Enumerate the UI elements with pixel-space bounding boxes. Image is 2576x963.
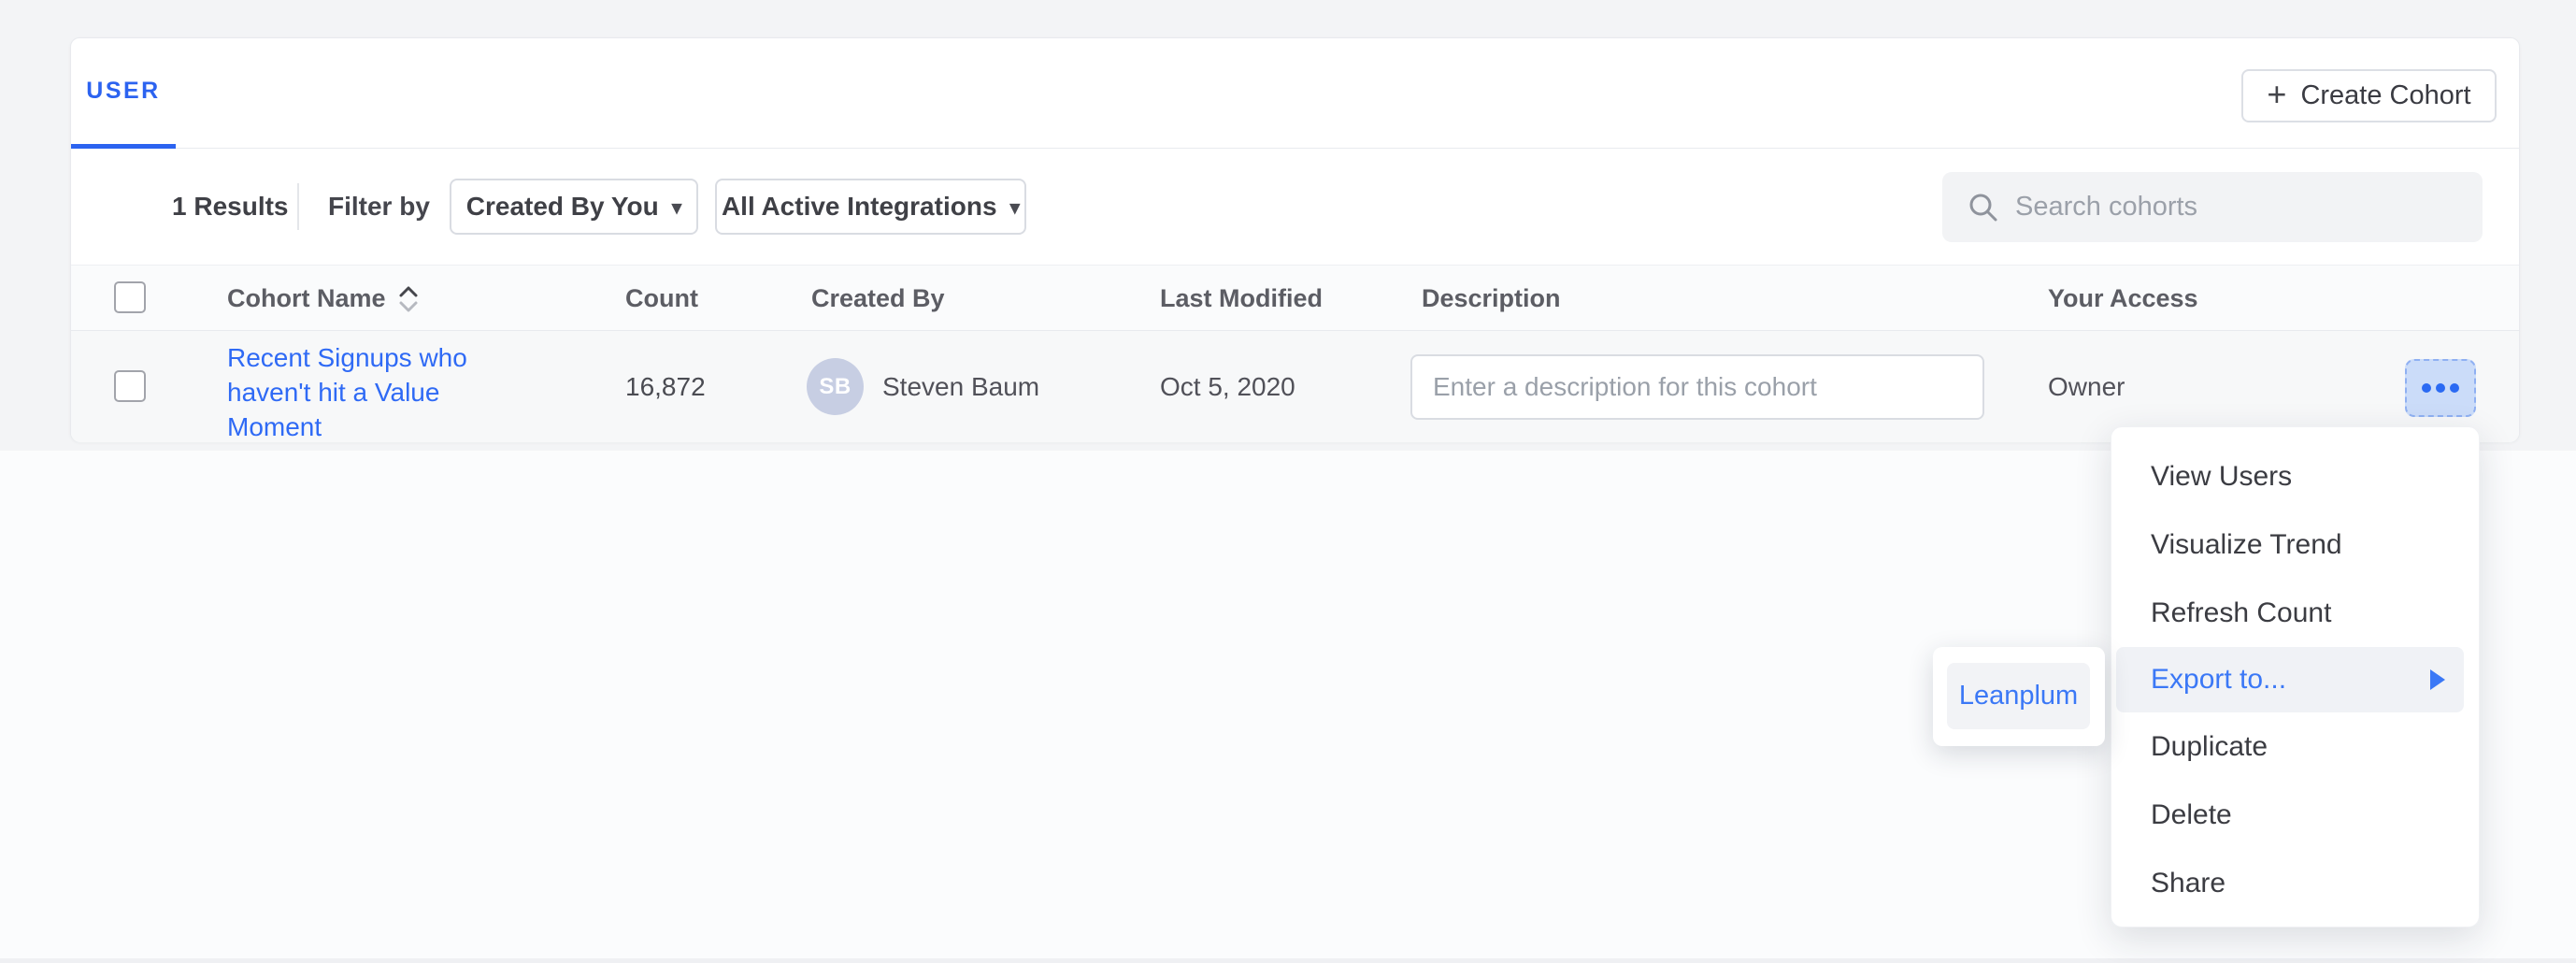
column-header-cohort-name[interactable]: Cohort Name	[227, 266, 420, 332]
create-cohort-button[interactable]: + Create Cohort	[2241, 69, 2497, 122]
menu-item-delete[interactable]: Delete	[2111, 781, 2479, 849]
select-all-checkbox[interactable]	[114, 281, 146, 313]
export-submenu: Leanplum	[1933, 647, 2105, 746]
create-cohort-label: Create Cohort	[2300, 80, 2470, 111]
search-icon	[1967, 191, 2000, 224]
last-modified-date: Oct 5, 2020	[1160, 331, 1295, 442]
chevron-down-icon: ▾	[672, 196, 682, 220]
cohort-count: 16,872	[625, 331, 706, 442]
row-checkbox[interactable]	[114, 370, 146, 402]
cohort-name-header-label: Cohort Name	[227, 284, 386, 313]
row-actions-kebab-button[interactable]	[2405, 359, 2476, 417]
column-header-description: Description	[1422, 266, 1561, 332]
cohorts-panel: USER + Create Cohort 1 Results Filter by…	[70, 37, 2520, 442]
cohort-name-link[interactable]: Recent Signups who haven't hit a Value M…	[227, 340, 481, 444]
menu-item-export-to[interactable]: Export to...	[2116, 647, 2464, 712]
menu-item-refresh-count[interactable]: Refresh Count	[2111, 579, 2479, 647]
row-context-menu: View Users Visualize Trend Refresh Count…	[2111, 426, 2480, 927]
integrations-dropdown-label: All Active Integrations	[722, 192, 997, 222]
chevron-down-icon: ▾	[1010, 196, 1021, 220]
results-count: 1 Results	[172, 149, 289, 265]
submenu-arrow-icon	[2430, 669, 2445, 690]
filter-divider	[297, 183, 299, 230]
submenu-item-leanplum[interactable]: Leanplum	[1947, 663, 2090, 729]
menu-item-visualize-trend[interactable]: Visualize Trend	[2111, 510, 2479, 579]
plus-icon: +	[2267, 78, 2286, 111]
sort-icon	[397, 284, 420, 314]
tab-bar: USER + Create Cohort	[71, 38, 2519, 149]
column-header-count: Count	[625, 266, 698, 332]
creator-name: Steven Baum	[882, 331, 1039, 442]
menu-item-view-users[interactable]: View Users	[2111, 442, 2479, 510]
created-by-dropdown[interactable]: Created By You ▾	[450, 179, 698, 235]
column-header-last-modified: Last Modified	[1160, 266, 1323, 332]
search-cohorts-box	[1942, 172, 2483, 242]
integrations-dropdown[interactable]: All Active Integrations ▾	[715, 179, 1026, 235]
kebab-dot-icon	[2450, 383, 2459, 393]
description-input[interactable]	[1410, 354, 1984, 420]
filter-by-label: Filter by	[328, 149, 430, 265]
kebab-dot-icon	[2436, 383, 2445, 393]
tab-user[interactable]: USER	[71, 38, 176, 149]
search-input[interactable]	[2015, 192, 2464, 223]
export-to-label: Export to...	[2151, 664, 2286, 696]
table-header-row: Cohort Name Count Created By Last Modifi…	[71, 265, 2519, 331]
kebab-dot-icon	[2422, 383, 2431, 393]
menu-item-share[interactable]: Share	[2111, 849, 2479, 917]
avatar: SB	[807, 358, 864, 415]
access-level: Owner	[2048, 331, 2125, 442]
column-header-your-access: Your Access	[2048, 266, 2198, 332]
created-by-dropdown-label: Created By You	[466, 192, 659, 222]
menu-item-duplicate[interactable]: Duplicate	[2111, 712, 2479, 781]
column-header-created-by: Created By	[811, 266, 945, 332]
page-background-bottom-strip	[0, 958, 2576, 963]
